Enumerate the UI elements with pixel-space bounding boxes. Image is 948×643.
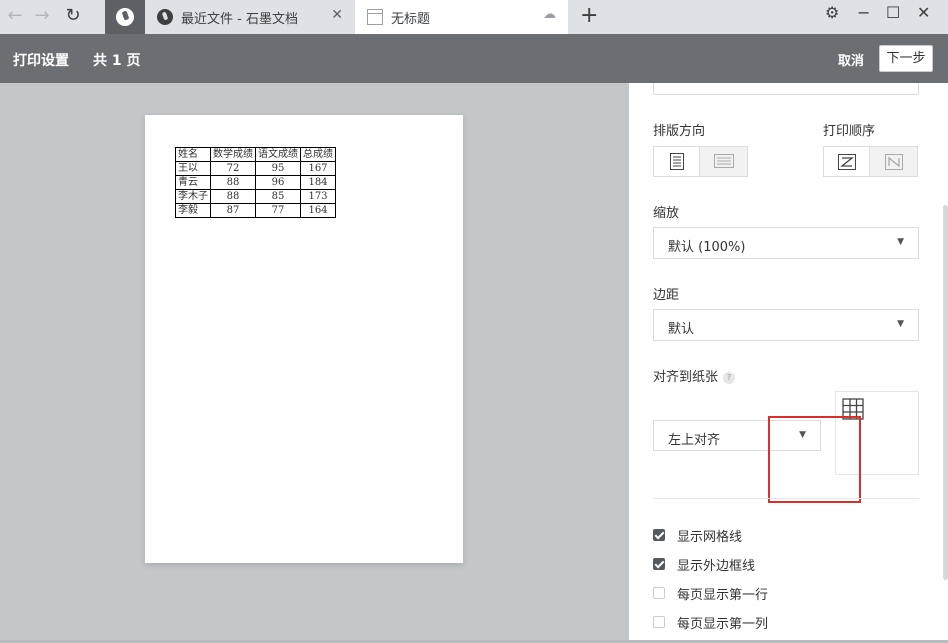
settings-gear-icon[interactable]: ⚙ (825, 3, 839, 22)
table-cell: 王以 (175, 161, 211, 176)
table-header-row: 姓名 数学成绩 语文成绩 总成绩 (175, 147, 336, 162)
cancel-button[interactable]: 取消 (838, 50, 864, 69)
page-count: 共 1 页 (93, 53, 141, 69)
align-label: 对齐到纸张? (653, 366, 736, 385)
checkbox-checked-icon[interactable] (653, 529, 665, 541)
checkbox-label: 显示外边框线 (677, 559, 756, 574)
scale-select[interactable]: 默认 (100%) ▼ (653, 227, 919, 259)
tab-recent-files[interactable]: 最近文件 - 石墨文档 ✕ (145, 0, 355, 34)
portrait-icon (670, 153, 684, 170)
orientation-toggle (653, 146, 748, 177)
table-cell: 85 (255, 189, 301, 204)
checkbox-label: 每页显示第一列 (677, 617, 769, 632)
tab-title: 最近文件 - 石墨文档 (181, 12, 298, 27)
print-preview-page: 姓名 数学成绩 语文成绩 总成绩 王以 72 95 167 青云 88 96 184 李木子 88 85 17… (145, 115, 463, 563)
annotation-highlight-box (768, 416, 861, 503)
close-window-button[interactable]: ✕ (917, 3, 930, 22)
landscape-icon (714, 154, 734, 168)
settings-panel: 排版方向 打印顺序 缩放 默认 (100%) ▼ 边距 默认 ▼ 对齐到纸张 ?… (629, 83, 948, 643)
table-cell: 72 (210, 161, 256, 176)
scale-value: 默认 (100%) (668, 240, 746, 255)
tab-title: 无标题 (391, 12, 431, 27)
panel-scrollbar[interactable] (943, 205, 948, 580)
table-row: 王以 72 95 167 (175, 161, 336, 176)
landscape-button[interactable] (701, 147, 747, 176)
table-cell: 李木子 (175, 189, 211, 204)
margin-value: 默认 (668, 322, 695, 337)
new-tab-button[interactable]: + (580, 3, 598, 28)
divider (653, 498, 919, 499)
chevron-down-icon: ▼ (897, 319, 904, 329)
table-cell: 李毅 (175, 203, 211, 218)
scale-label: 缩放 (653, 206, 680, 221)
order-z-button[interactable] (824, 147, 870, 176)
table-cell: 77 (255, 203, 301, 218)
table-cell: 88 (210, 189, 256, 204)
table-cell: 184 (300, 175, 336, 190)
margin-select[interactable]: 默认 ▼ (653, 309, 919, 341)
table-row: 青云 88 96 184 (175, 175, 336, 190)
table-header-cell: 姓名 (175, 147, 211, 162)
app-home-tab[interactable] (105, 0, 145, 34)
shimo-favicon-icon (157, 9, 173, 25)
checkbox-label: 显示网格线 (677, 530, 743, 545)
checkbox-label: 每页显示第一行 (677, 588, 769, 603)
order-n-icon (885, 154, 903, 170)
table-cell: 167 (300, 161, 336, 176)
cloud-sync-icon: ☁ (543, 7, 556, 22)
maximize-button[interactable]: ☐ (886, 3, 900, 22)
table-cell: 青云 (175, 175, 211, 190)
browser-tab-bar: ← → ↻ 最近文件 - 石墨文档 ✕ 无标题 ☁ + ⚙ − ☐ ✕ (0, 0, 948, 34)
table-cell: 95 (255, 161, 301, 176)
table-header-cell: 总成绩 (300, 147, 336, 162)
checkbox-unchecked-icon[interactable] (653, 587, 665, 599)
back-button[interactable]: ← (2, 4, 28, 30)
table-cell: 87 (210, 203, 256, 218)
preview-table: 姓名 数学成绩 语文成绩 总成绩 王以 72 95 167 青云 88 96 184 李木子 88 85 17… (175, 147, 336, 218)
align-label-text: 对齐到纸张 (653, 370, 719, 385)
print-settings-header: 打印设置 共 1 页 取消 下一步 (0, 34, 948, 83)
table-header-cell: 语文成绩 (255, 147, 301, 162)
table-row: 李木子 88 85 173 (175, 189, 336, 204)
table-cell: 88 (210, 175, 256, 190)
page-title: 打印设置 (13, 53, 69, 69)
orientation-label: 排版方向 (653, 124, 706, 139)
order-n-button[interactable] (871, 147, 917, 176)
tab-untitled[interactable]: 无标题 ☁ (355, 0, 568, 34)
order-z-icon (838, 154, 856, 170)
forward-button[interactable]: → (29, 4, 55, 30)
print-order-label: 打印顺序 (823, 124, 876, 139)
minimize-button[interactable]: − (857, 3, 870, 22)
table-cell: 96 (255, 175, 301, 190)
table-cell: 164 (300, 203, 336, 218)
margin-label: 边距 (653, 288, 680, 303)
table-header-cell: 数学成绩 (210, 147, 256, 162)
table-cell: 173 (300, 189, 336, 204)
chevron-down-icon: ▼ (897, 237, 904, 247)
shimo-logo-icon (116, 8, 134, 26)
print-order-toggle (823, 146, 918, 177)
paper-size-select[interactable] (653, 83, 919, 95)
tab-close-icon[interactable]: ✕ (331, 7, 343, 23)
sheet-doc-icon (367, 9, 383, 25)
checkbox-unchecked-icon[interactable] (653, 616, 665, 628)
help-icon[interactable]: ? (723, 371, 736, 384)
align-value: 左上对齐 (668, 433, 721, 448)
next-step-button[interactable]: 下一步 (879, 45, 933, 72)
checkbox-checked-icon[interactable] (653, 558, 665, 570)
reload-button[interactable]: ↻ (60, 4, 86, 30)
table-row: 李毅 87 77 164 (175, 203, 336, 218)
portrait-button[interactable] (654, 147, 700, 176)
